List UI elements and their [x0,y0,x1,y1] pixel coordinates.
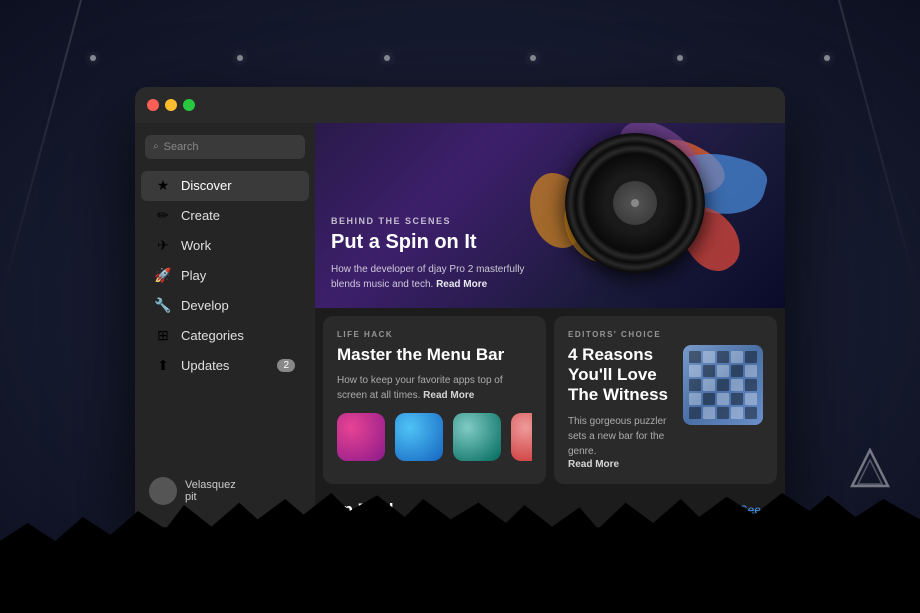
titlebar [135,87,785,123]
avatar [149,477,177,505]
card-2-content: 4 Reasons You'll Love The Witness This g… [568,345,763,470]
search-bar[interactable]: ⌕ Search [145,135,305,159]
close-button[interactable] [147,99,159,111]
user-display-name: Velasquez [185,479,236,491]
hero-description: How the developer of djay Pro 2 masterfu… [331,262,531,292]
spotlight-right [838,0,918,290]
categories-icon: ⊞ [155,328,171,344]
develop-icon: 🔧 [155,298,171,314]
card-1-description: How to keep your favorite apps top of sc… [337,373,532,403]
card-1-title: Master the Menu Bar [337,345,532,365]
sidebar-item-create[interactable]: ✏ Create [141,201,309,231]
user-subtitle: pit [185,491,236,503]
cards-row: LIFE HACK Master the Menu Bar How to kee… [315,308,785,492]
sidebar-item-label: Work [181,238,211,253]
stage-light [530,55,536,61]
card-1-read-more[interactable]: Read More [423,390,474,401]
stage-lights [0,55,920,61]
hero-banner: BEHIND THE SCENES Put a Spin on It How t… [315,123,785,308]
play-icon: 🚀 [155,268,171,284]
stage-light [237,55,243,61]
app-icon-1 [337,413,385,461]
vinyl-record [565,133,705,273]
vinyl-center [631,199,639,207]
sidebar-item-label: Create [181,208,220,223]
card-2-title: 4 Reasons You'll Love The Witness [568,345,671,406]
card-2-description: This gorgeous puzzler sets a new bar for… [568,414,671,459]
app-icons [337,413,532,461]
sidebar-item-updates[interactable]: ⬆ Updates 2 [141,351,309,381]
sidebar-item-categories[interactable]: ⊞ Categories [141,321,309,351]
sidebar-item-label: Categories [181,328,244,343]
maximize-button[interactable] [183,99,195,111]
sidebar-item-label: Play [181,268,206,283]
mac-app-store-window: ⌕ Search ★ Discover ✏ Create ✈ Work 🚀 [135,87,785,527]
updates-badge: 2 [277,359,295,372]
stage-background: ⌕ Search ★ Discover ✏ Create ✈ Work 🚀 [0,0,920,613]
hero-eyebrow: BEHIND THE SCENES [331,216,531,226]
minimize-button[interactable] [165,99,177,111]
card-editors-choice[interactable]: EDITORS' CHOICE 4 Reasons You'll Love Th… [554,316,777,484]
spotlight-left [2,0,82,290]
hero-read-more[interactable]: Read More [436,279,487,290]
app-icon-2 [395,413,443,461]
card-2-text: 4 Reasons You'll Love The Witness This g… [568,345,671,470]
card-life-hack[interactable]: LIFE HACK Master the Menu Bar How to kee… [323,316,546,484]
witness-grid [689,351,757,419]
create-icon: ✏ [155,208,171,224]
card-2-image [683,345,763,425]
sidebar-item-label: Updates [181,358,229,373]
sidebar-item-label: Discover [181,178,232,193]
app-icon-3 [453,413,501,461]
traffic-lights [147,99,195,111]
card-1-eyebrow: LIFE HACK [337,330,532,339]
app-icon-4 [511,413,532,461]
hero-text: BEHIND THE SCENES Put a Spin on It How t… [331,216,531,292]
sidebar-item-discover[interactable]: ★ Discover [141,171,309,201]
sidebar: ⌕ Search ★ Discover ✏ Create ✈ Work 🚀 [135,123,315,527]
user-name: Velasquez pit [185,479,236,503]
sidebar-item-label: Develop [181,298,229,313]
window-body: ⌕ Search ★ Discover ✏ Create ✈ Work 🚀 [135,123,785,527]
verge-logo [850,448,890,493]
search-icon: ⌕ [153,141,159,152]
sidebar-item-develop[interactable]: 🔧 Develop [141,291,309,321]
discover-icon: ★ [155,178,171,194]
sidebar-item-play[interactable]: 🚀 Play [141,261,309,291]
main-content: BEHIND THE SCENES Put a Spin on It How t… [315,123,785,527]
stage-light [384,55,390,61]
sidebar-item-work[interactable]: ✈ Work [141,231,309,261]
search-placeholder: Search [164,141,199,153]
stage-light [677,55,683,61]
work-icon: ✈ [155,238,171,254]
card-2-eyebrow: EDITORS' CHOICE [568,330,763,339]
hero-title: Put a Spin on It [331,230,531,254]
stage-light [824,55,830,61]
stage-light [90,55,96,61]
updates-icon: ⬆ [155,358,171,374]
card-2-read-more[interactable]: Read More [568,459,671,470]
